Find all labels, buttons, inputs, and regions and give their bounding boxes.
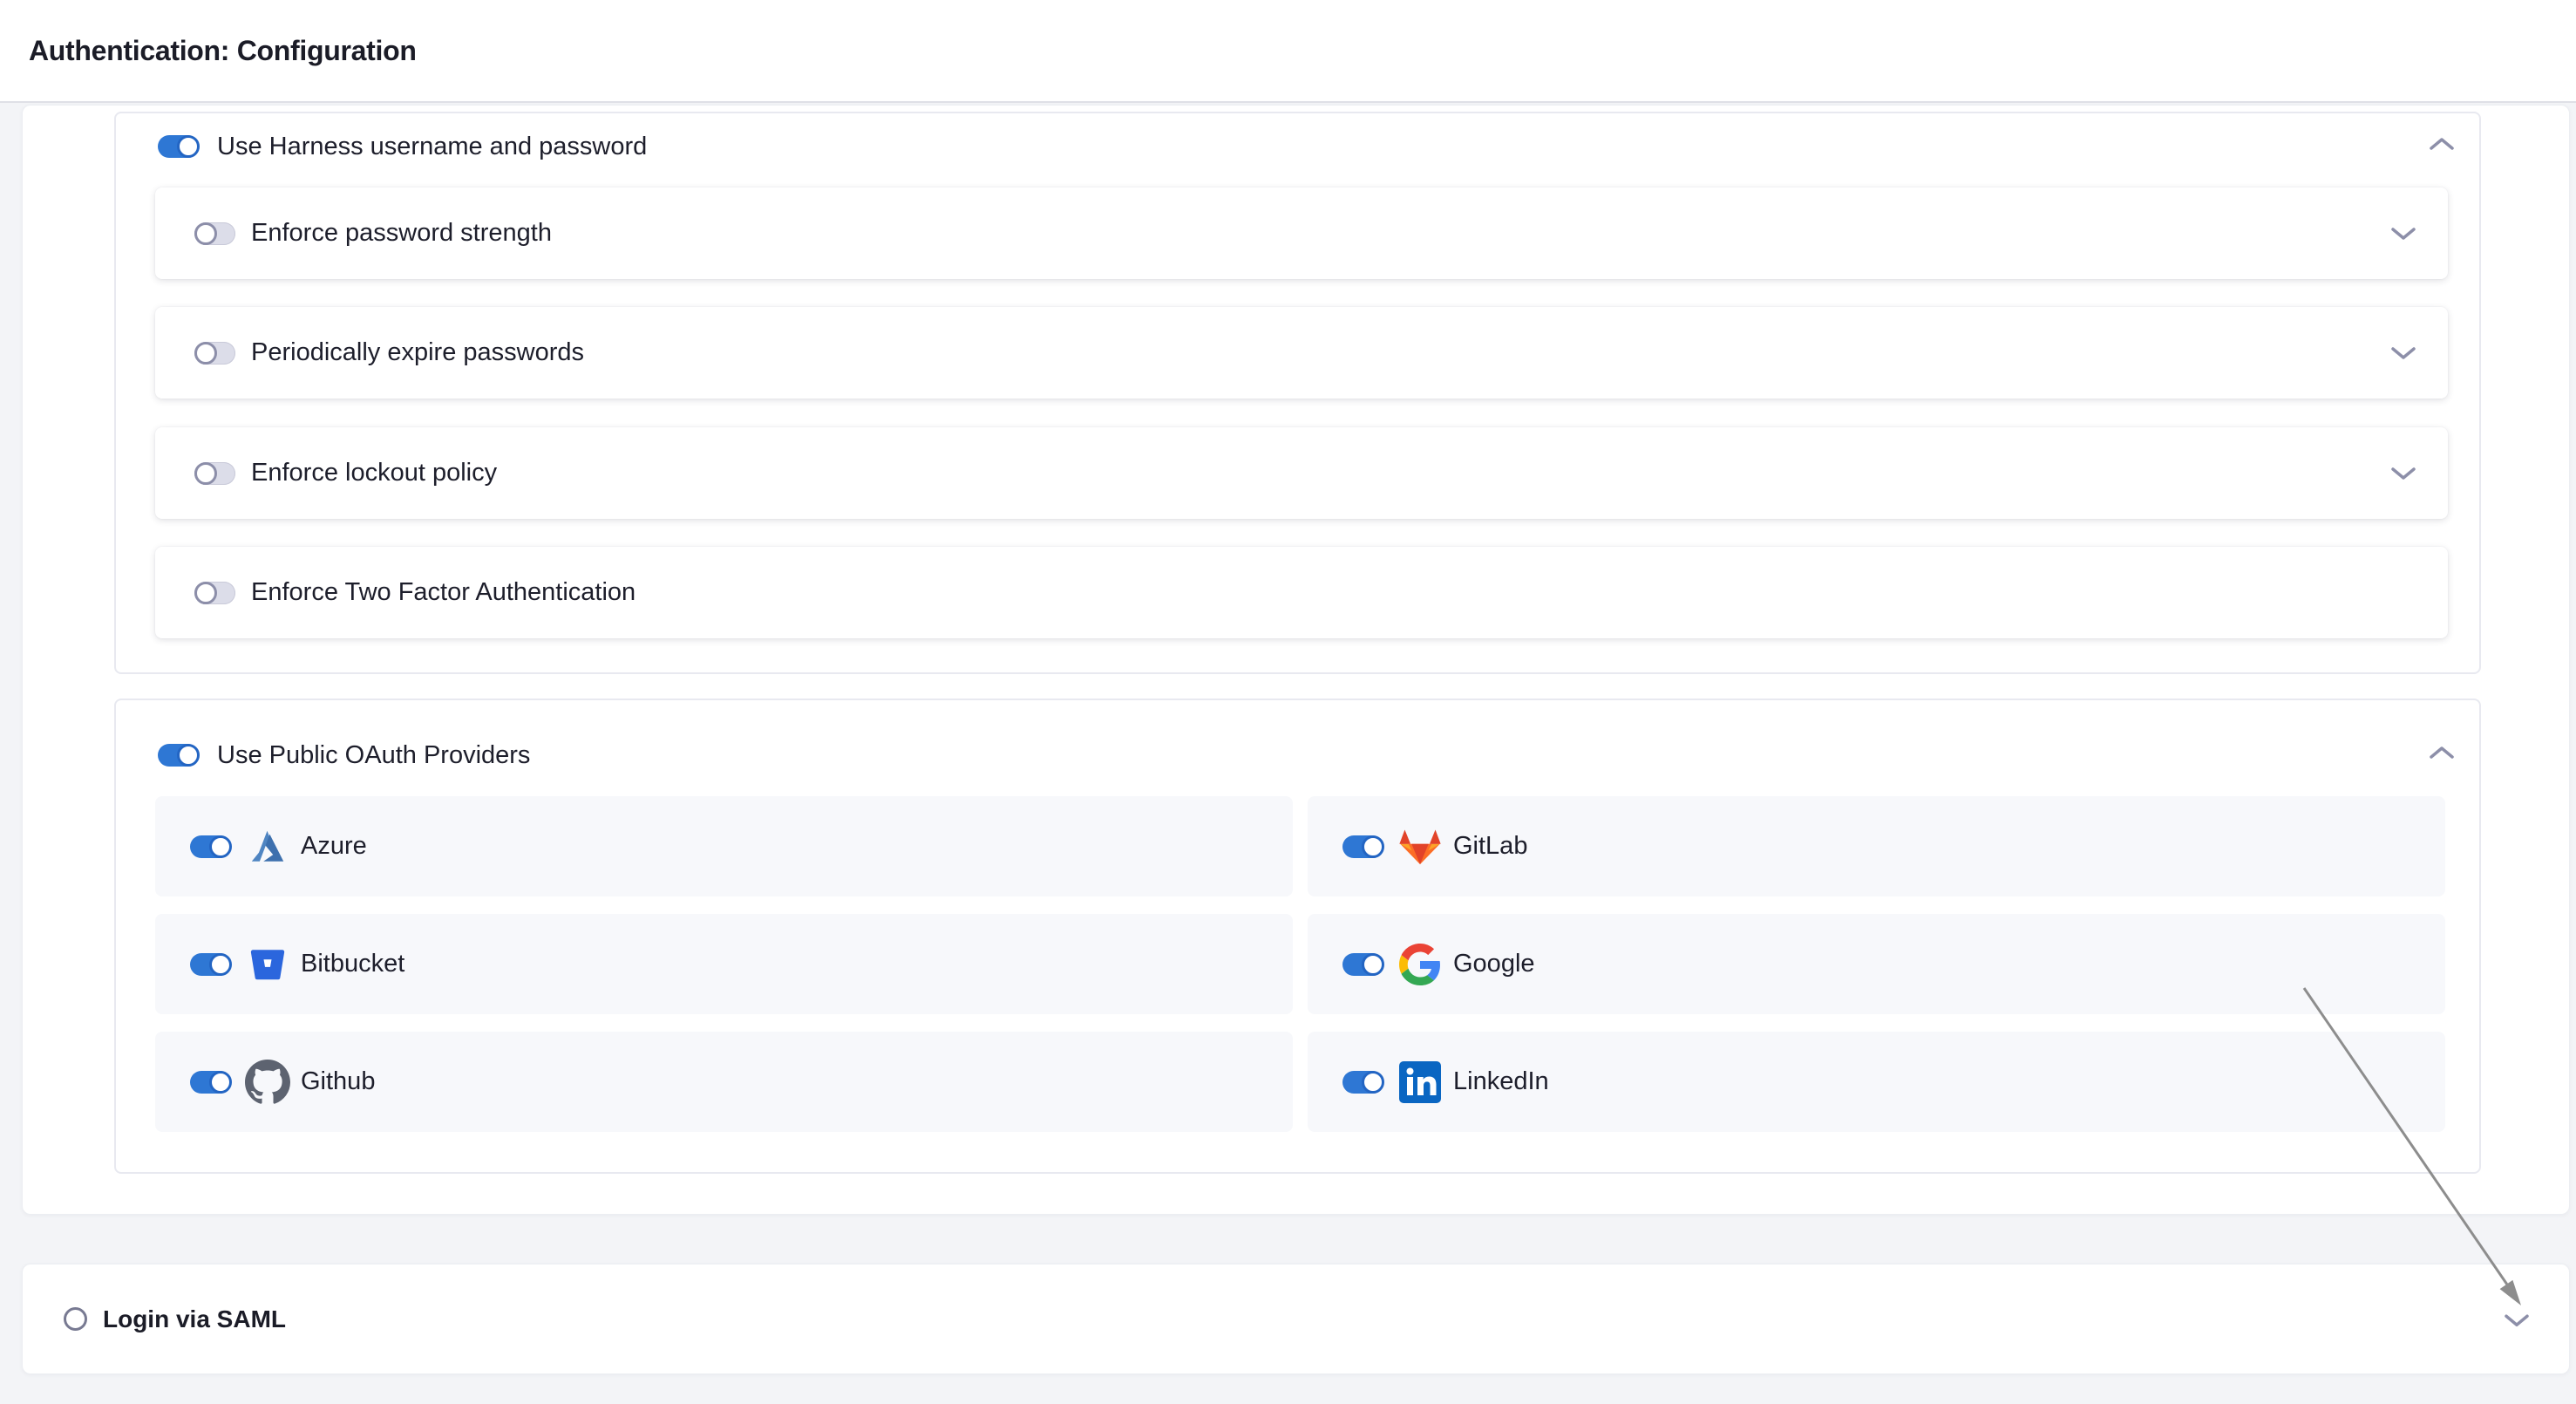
chevron-down-icon[interactable]: [2390, 467, 2416, 480]
google-toggle[interactable]: [1342, 953, 1383, 976]
linkedin-toggle[interactable]: [1342, 1071, 1383, 1094]
toggle-knob: [177, 135, 200, 158]
gitlab-toggle[interactable]: [1342, 835, 1383, 858]
toggle-knob: [209, 835, 232, 858]
provider-label: Github: [301, 1067, 375, 1096]
github-toggle[interactable]: [190, 1071, 231, 1094]
saml-login-row[interactable]: Login via SAML: [22, 1264, 2570, 1374]
provider-label: Google: [1453, 950, 1535, 978]
saml-label: Login via SAML: [103, 1305, 286, 1333]
chevron-down-icon[interactable]: [2390, 227, 2416, 241]
provider-row-azure[interactable]: Azure: [155, 796, 1293, 896]
provider-label: Azure: [301, 832, 367, 861]
toggle-knob: [194, 222, 217, 245]
provider-row-gitlab[interactable]: GitLab: [1308, 796, 2445, 896]
provider-label: GitLab: [1453, 832, 1527, 861]
toggle-knob: [1362, 835, 1384, 858]
two-factor-toggle[interactable]: [194, 582, 235, 604]
azure-icon: [245, 824, 290, 869]
oauth-providers-label: Use Public OAuth Providers: [217, 741, 530, 770]
azure-toggle[interactable]: [190, 835, 231, 858]
policy-row-label: Enforce lockout policy: [251, 459, 497, 487]
gitlab-icon: [1397, 824, 1443, 869]
toggle-knob: [209, 1071, 232, 1094]
chevron-down-icon[interactable]: [2390, 346, 2416, 360]
provider-row-linkedin[interactable]: LinkedIn: [1308, 1032, 2445, 1132]
chevron-up-icon[interactable]: [2429, 746, 2455, 760]
section-oauth-providers: Use Public OAuth Providers Azure: [114, 699, 2481, 1174]
lockout-policy-toggle[interactable]: [194, 462, 235, 485]
password-strength-toggle[interactable]: [194, 222, 235, 245]
provider-label: LinkedIn: [1453, 1067, 1549, 1096]
provider-label: Bitbucket: [301, 950, 404, 978]
oauth-providers-toggle[interactable]: [158, 744, 199, 767]
toggle-knob: [194, 462, 217, 485]
policy-row-label: Enforce password strength: [251, 219, 552, 248]
github-icon: [245, 1060, 290, 1105]
auth-settings-card: Use Harness username and password Enforc…: [22, 105, 2570, 1215]
toggle-knob: [209, 953, 232, 976]
policy-row-label: Periodically expire passwords: [251, 338, 584, 367]
policy-row-password-strength[interactable]: Enforce password strength: [155, 187, 2448, 279]
saml-radio[interactable]: [64, 1307, 87, 1331]
bitbucket-toggle[interactable]: [190, 953, 231, 976]
toggle-knob: [194, 582, 217, 604]
section-username-password: Use Harness username and password Enforc…: [114, 112, 2481, 674]
toggle-knob: [194, 342, 217, 365]
linkedin-icon: [1397, 1060, 1443, 1105]
chevron-down-icon[interactable]: [2504, 1313, 2530, 1327]
username-password-toggle[interactable]: [158, 135, 199, 158]
provider-row-google[interactable]: Google: [1308, 914, 2445, 1014]
username-password-label: Use Harness username and password: [217, 133, 647, 161]
policy-row-label: Enforce Two Factor Authentication: [251, 578, 636, 607]
policy-row-lockout-policy[interactable]: Enforce lockout policy: [155, 427, 2448, 519]
page-title: Authentication: Configuration: [29, 0, 417, 101]
toggle-knob: [1362, 1071, 1384, 1094]
provider-row-github[interactable]: Github: [155, 1032, 1293, 1132]
chevron-up-icon[interactable]: [2429, 137, 2455, 151]
expire-passwords-toggle[interactable]: [194, 342, 235, 365]
policy-row-two-factor[interactable]: Enforce Two Factor Authentication: [155, 547, 2448, 638]
toggle-knob: [1362, 953, 1384, 976]
toggle-knob: [177, 744, 200, 767]
page-header: Authentication: Configuration: [0, 0, 2576, 103]
google-icon: [1397, 942, 1443, 987]
provider-row-bitbucket[interactable]: Bitbucket: [155, 914, 1293, 1014]
policy-row-expire-passwords[interactable]: Periodically expire passwords: [155, 307, 2448, 399]
bitbucket-icon: [245, 942, 290, 987]
